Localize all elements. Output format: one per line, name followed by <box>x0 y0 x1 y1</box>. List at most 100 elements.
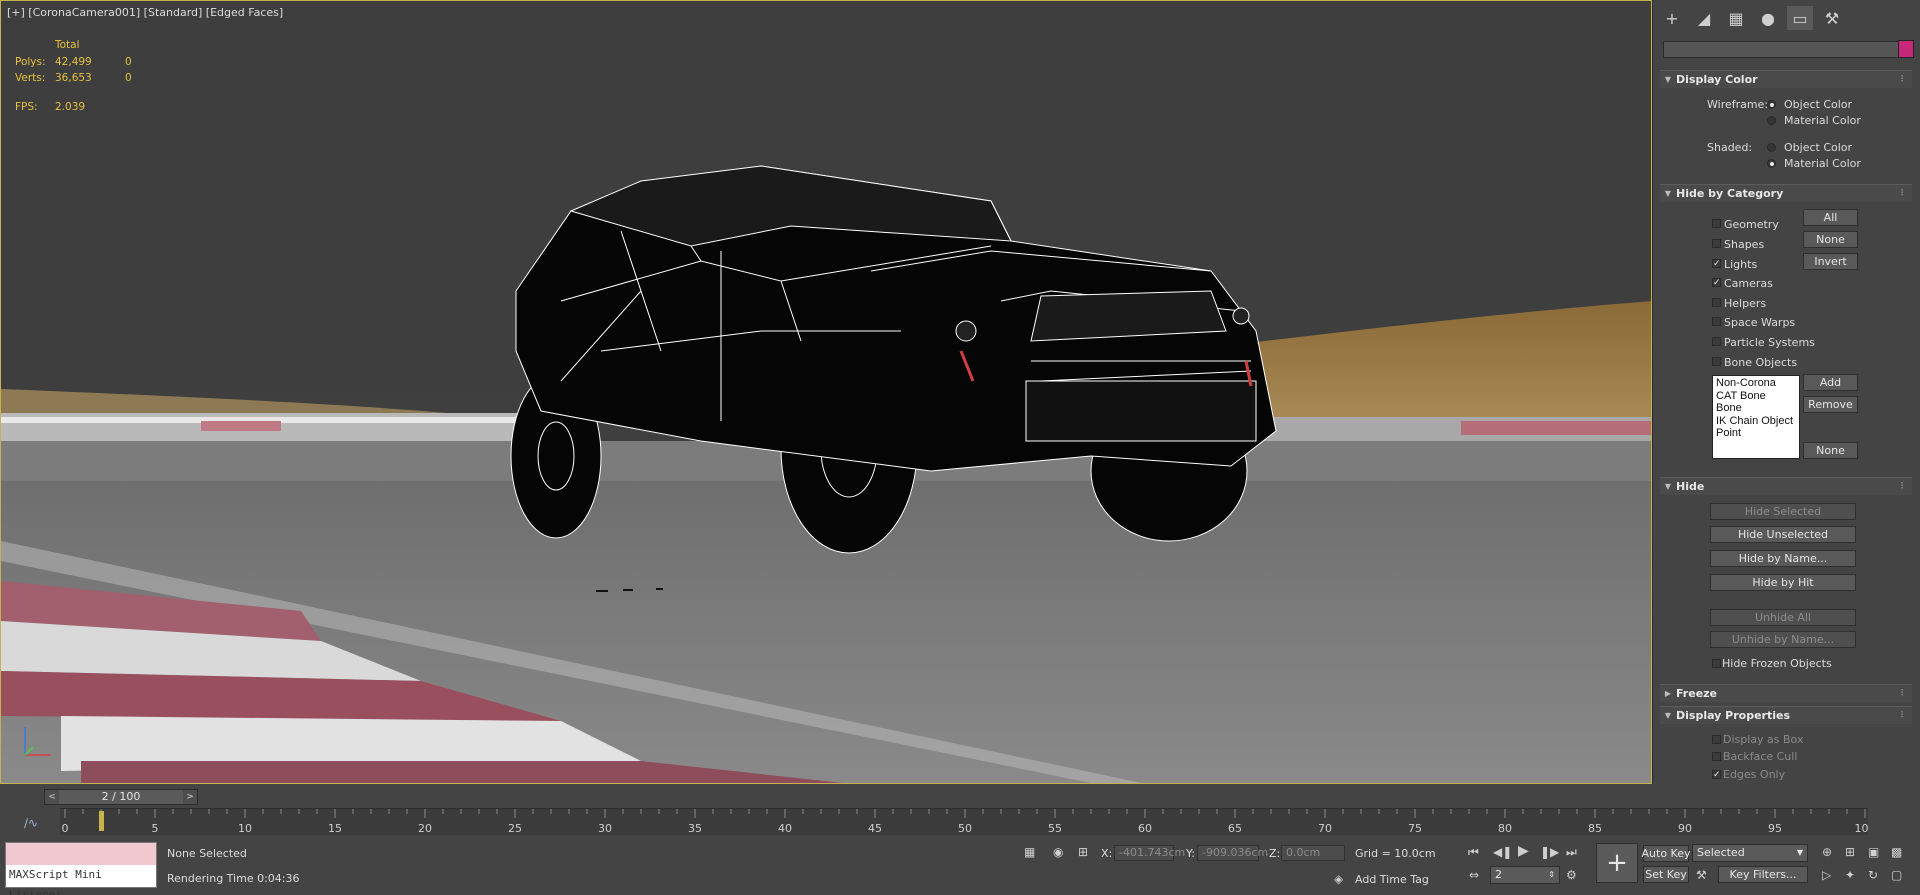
category-checkbox-space-warps[interactable] <box>1712 317 1721 326</box>
prev-frame-arrow-icon[interactable]: < <box>45 792 59 802</box>
category-checkbox-lights[interactable]: ✓ <box>1712 259 1721 269</box>
category-all-button[interactable]: All <box>1803 209 1858 226</box>
x-coordinate-field[interactable]: -401.743cm <box>1114 845 1185 861</box>
auto-key-button[interactable]: Auto Key <box>1642 845 1691 862</box>
timeline-tick-label: 35 <box>688 822 702 835</box>
zoom-extents-icon[interactable]: ▣ <box>1868 845 1879 859</box>
display-icon[interactable]: ▭ <box>1787 6 1813 30</box>
add-time-tag[interactable]: Add Time Tag <box>1355 873 1429 886</box>
current-frame-field[interactable]: 2 ⇕ <box>1490 866 1560 884</box>
key-filter-icon[interactable]: ⚒ <box>1696 868 1707 882</box>
maxscript-mini-listener[interactable]: MAXScript Mini Listener <box>5 842 157 895</box>
backface-cull-checkbox[interactable] <box>1712 752 1721 761</box>
viewport-statistics: Total Polys: 42,499 0 Verts: 36,653 0 <box>15 37 145 87</box>
hide-frozen-label: Hide Frozen Objects <box>1722 657 1832 670</box>
scene-render <box>1 1 1651 783</box>
y-coordinate-field[interactable]: -909.036cm <box>1197 845 1268 861</box>
category-checkbox-cameras[interactable]: ✓ <box>1712 278 1721 288</box>
category-list-item[interactable]: Non-Corona <box>1716 377 1796 390</box>
hide-by-hit-button[interactable]: Hide by Hit <box>1710 574 1856 591</box>
viewport-label[interactable]: [+] [CoronaCamera001] [Standard] [Edged … <box>7 6 283 19</box>
shaded-material-color-radio[interactable] <box>1767 159 1776 168</box>
hide-rollout-header[interactable]: ▼ Hide ⋮ <box>1660 477 1912 495</box>
spinner-icon[interactable]: ⇕ <box>1548 867 1555 883</box>
shaded-label: Shaded: <box>1707 141 1753 154</box>
wireframe-object-color-radio[interactable] <box>1767 100 1776 109</box>
category-invert-button[interactable]: Invert <box>1803 253 1858 270</box>
perspective-viewport[interactable]: [+] [CoronaCamera001] [Standard] [Edged … <box>0 0 1652 784</box>
shaded-object-color-radio[interactable] <box>1767 143 1776 152</box>
display-color-rollout-header[interactable]: ▼ Display Color ⋮ <box>1660 70 1912 88</box>
display-as-box-checkbox[interactable] <box>1712 735 1721 744</box>
listener-output[interactable] <box>6 843 156 865</box>
hide-frozen-checkbox[interactable] <box>1712 659 1721 668</box>
unhide-all-button[interactable]: Unhide All <box>1710 609 1856 626</box>
motion-icon[interactable]: ● <box>1755 6 1781 30</box>
play-icon[interactable]: ▶ <box>1518 843 1529 859</box>
category-checkbox-helpers[interactable] <box>1712 298 1721 307</box>
unhide-by-name-button[interactable]: Unhide by Name... <box>1710 631 1856 648</box>
set-keys-big-button[interactable]: + <box>1596 843 1638 883</box>
time-slider[interactable]: < 2 / 100 > <box>44 789 198 805</box>
selection-lock-icon[interactable]: ◉ <box>1053 845 1063 859</box>
axis-tripod-icon <box>24 727 51 756</box>
curve-editor-toggle-icon[interactable]: ∕∿ <box>8 812 54 834</box>
orbit-icon[interactable]: ↻ <box>1868 868 1878 882</box>
goto-end-icon[interactable]: ⏭ <box>1566 845 1577 860</box>
hierarchy-icon[interactable]: ▦ <box>1723 6 1749 30</box>
set-key-button[interactable]: Set Key <box>1643 866 1689 883</box>
pan-icon[interactable]: ✦ <box>1845 868 1855 882</box>
category-checkbox-shapes[interactable] <box>1712 239 1721 248</box>
category-checkbox-bone-objects[interactable] <box>1712 357 1721 366</box>
frame-display[interactable]: 2 / 100 <box>59 790 183 804</box>
maximize-viewport-icon[interactable]: ▢ <box>1891 868 1902 882</box>
key-filters-button[interactable]: Key Filters... <box>1718 866 1808 883</box>
key-selection-dropdown[interactable]: Selected ▼ <box>1692 844 1808 862</box>
previous-frame-icon[interactable]: ◀❚ <box>1493 845 1512 859</box>
utilities-icon[interactable]: ⚒ <box>1819 6 1845 30</box>
next-frame-arrow-icon[interactable]: > <box>183 792 197 802</box>
isolate-selection-icon[interactable]: ▦ <box>1024 845 1035 859</box>
hide-selected-button[interactable]: Hide Selected <box>1710 503 1856 520</box>
freeze-rollout-header[interactable]: ▶ Freeze ⋮ <box>1660 684 1912 702</box>
create-icon[interactable]: + <box>1659 6 1685 30</box>
zoom-icon[interactable]: ⊕ <box>1822 845 1832 859</box>
modify-icon[interactable]: ◢ <box>1691 6 1717 30</box>
object-color-swatch[interactable] <box>1898 40 1914 58</box>
timeline-tick-label: 100 <box>1855 822 1869 835</box>
zoom-all-icon[interactable]: ⊞ <box>1845 845 1855 859</box>
listener-input[interactable]: MAXScript Mini Listener <box>6 865 156 895</box>
category-list-none-button[interactable]: None <box>1803 442 1858 459</box>
category-list-item[interactable]: Point <box>1716 427 1796 440</box>
category-list-item[interactable]: Bone <box>1716 402 1796 415</box>
category-remove-button[interactable]: Remove <box>1803 396 1858 413</box>
category-list-item[interactable]: CAT Bone <box>1716 390 1796 403</box>
hide-by-name-button[interactable]: Hide by Name... <box>1710 550 1856 567</box>
key-mode-toggle-icon[interactable]: ⇔ <box>1469 868 1479 882</box>
timeline-tick-label: 80 <box>1498 822 1512 835</box>
wireframe-material-color-radio[interactable] <box>1767 116 1776 125</box>
selection-status: None Selected <box>167 847 247 860</box>
zoom-extents-all-icon[interactable]: ▩ <box>1891 845 1902 859</box>
goto-start-icon[interactable]: ⏮ <box>1468 845 1479 860</box>
object-name-field[interactable] <box>1663 41 1903 58</box>
z-coordinate-field[interactable]: 0.0cm <box>1281 845 1345 861</box>
next-frame-icon[interactable]: ❚▶ <box>1540 845 1559 859</box>
field-of-view-icon[interactable]: ▷ <box>1822 868 1831 882</box>
hide-by-category-rollout-header[interactable]: ▼ Hide by Category ⋮ <box>1660 184 1912 202</box>
current-frame-value: 2 <box>1495 868 1502 881</box>
category-checkbox-particle-systems[interactable] <box>1712 337 1721 346</box>
absolute-mode-icon[interactable]: ⊞ <box>1078 845 1088 859</box>
category-checkbox-geometry[interactable] <box>1712 219 1721 228</box>
edges-only-checkbox[interactable]: ✓ <box>1712 770 1721 780</box>
category-add-button[interactable]: Add <box>1803 374 1858 391</box>
category-none-button[interactable]: None <box>1803 231 1858 248</box>
polys-total: 42,499 <box>55 55 92 68</box>
time-tag-icon[interactable]: ◈ <box>1334 872 1343 886</box>
timeline-track[interactable]: 0 5 10 15 20 25 30 35 40 45 50 55 60 65 70 75 80 85 90 95 10… <box>60 808 1868 835</box>
hide-unselected-button[interactable]: Hide Unselected <box>1710 526 1856 543</box>
time-configuration-icon[interactable]: ⚙ <box>1566 868 1577 882</box>
category-list-item[interactable]: IK Chain Object <box>1716 415 1796 428</box>
display-properties-rollout-header[interactable]: ▼ Display Properties ⋮ <box>1660 706 1912 724</box>
category-list[interactable]: Non-Corona CAT Bone Bone IK Chain Object Poi… <box>1712 375 1800 459</box>
